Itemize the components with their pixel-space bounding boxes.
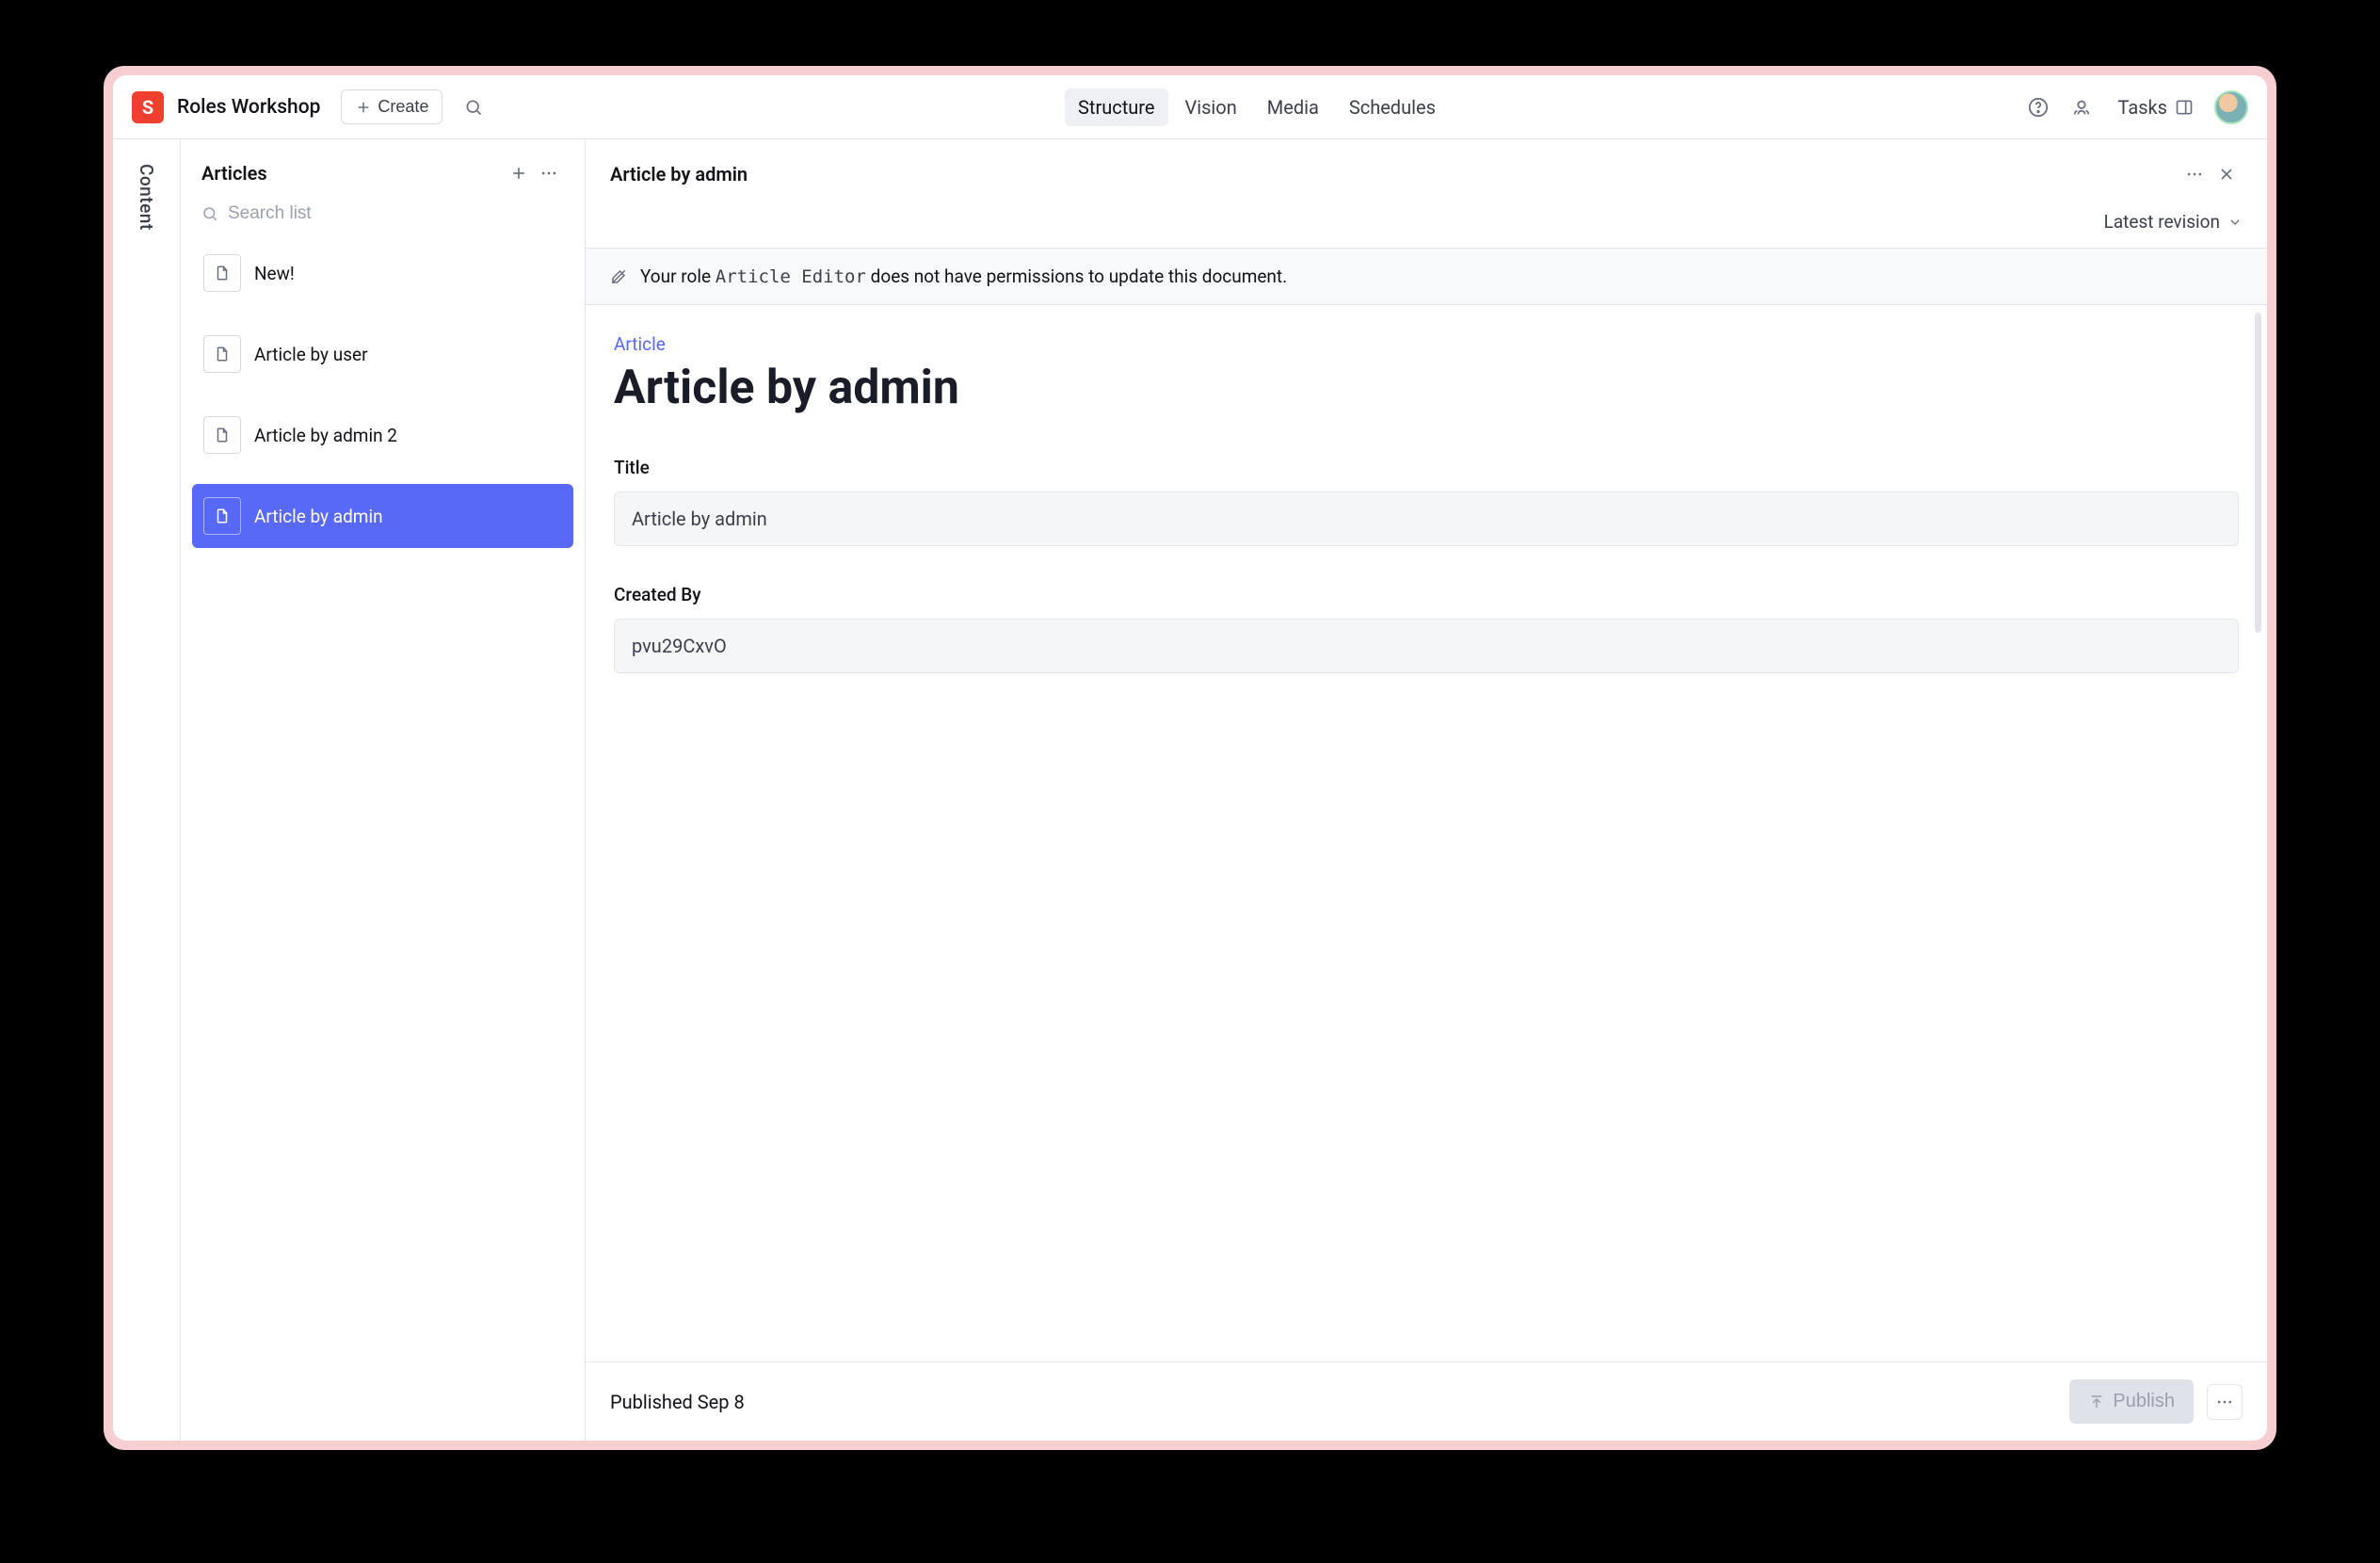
list-item-label: Article by user — [254, 344, 368, 365]
ellipsis-icon — [539, 164, 558, 183]
field-input-title[interactable]: Article by admin — [614, 491, 2239, 546]
global-search-button[interactable] — [456, 89, 491, 125]
nav-tabs: Structure Vision Media Schedules — [505, 89, 2008, 126]
list-item-label: Article by admin — [254, 506, 383, 527]
permission-banner-text: Your role Article Editor does not have p… — [640, 266, 1287, 287]
presence-button[interactable] — [2066, 91, 2098, 123]
document-icon — [203, 497, 241, 535]
list-item[interactable]: Article by user — [192, 322, 573, 386]
list-more-button[interactable] — [534, 158, 564, 188]
nav-tab-vision[interactable]: Vision — [1172, 89, 1250, 126]
close-icon — [2217, 165, 2236, 184]
nav-tab-schedules[interactable]: Schedules — [1336, 89, 1449, 126]
list-item[interactable]: New! — [192, 241, 573, 305]
left-rail: Content — [113, 139, 181, 1441]
workspace-name: Roles Workshop — [177, 96, 320, 119]
user-avatar[interactable] — [2214, 90, 2248, 124]
help-icon — [2028, 97, 2049, 118]
ellipsis-icon — [2185, 165, 2204, 184]
list-item[interactable]: Article by admin 2 — [192, 403, 573, 467]
chevron-down-icon — [2227, 215, 2243, 230]
field-input-createdby[interactable]: pvu29CxvO — [614, 619, 2239, 673]
field-label-createdby: Created By — [614, 584, 2239, 605]
document-panel: Article by admin Latest revision — [586, 139, 2267, 1441]
nav-tab-media[interactable]: Media — [1254, 89, 1332, 126]
list-item-label: Article by admin 2 — [254, 425, 397, 446]
create-button[interactable]: Create — [341, 89, 442, 124]
topbar: S Roles Workshop Create Structure Vision… — [113, 75, 2267, 139]
document-icon — [203, 416, 241, 454]
document-close-button[interactable] — [2211, 158, 2243, 190]
list-search[interactable] — [181, 194, 585, 237]
publish-button[interactable]: Publish — [2069, 1379, 2194, 1424]
rail-label-content[interactable]: Content — [136, 164, 157, 1441]
field-label-title: Title — [614, 457, 2239, 478]
revision-select[interactable]: Latest revision — [2104, 211, 2243, 233]
document-list-panel: Articles — [181, 139, 586, 1441]
list-title: Articles — [201, 162, 504, 185]
list-add-button[interactable] — [504, 158, 534, 188]
document-pane-title: Article by admin — [610, 163, 2179, 185]
publish-icon — [2088, 1394, 2105, 1410]
app-window: S Roles Workshop Create Structure Vision… — [113, 75, 2267, 1441]
tasks-button[interactable]: Tasks — [2109, 90, 2204, 124]
search-icon — [464, 98, 483, 117]
no-edit-icon — [610, 268, 627, 285]
list-item[interactable]: Article by admin — [192, 484, 573, 548]
list-item-label: New! — [254, 263, 295, 284]
list-search-input[interactable] — [228, 203, 564, 224]
schema-type-label: Article — [614, 333, 2239, 355]
document-title: Article by admin — [614, 361, 2239, 415]
search-icon — [201, 205, 218, 222]
plus-icon — [355, 99, 372, 116]
document-icon — [203, 335, 241, 373]
users-icon — [2071, 97, 2092, 118]
ellipsis-icon — [2215, 1393, 2234, 1411]
permission-banner: Your role Article Editor does not have p… — [586, 248, 2267, 305]
publish-status: Published Sep 8 — [610, 1391, 2056, 1413]
help-button[interactable] — [2022, 91, 2054, 123]
document-icon — [203, 254, 241, 292]
app-logo[interactable]: S — [132, 91, 164, 123]
nav-tab-structure[interactable]: Structure — [1065, 89, 1167, 126]
document-more-button[interactable] — [2179, 158, 2211, 190]
publish-more-button[interactable] — [2207, 1384, 2243, 1420]
panel-icon — [2175, 98, 2194, 117]
plus-icon — [509, 164, 528, 183]
